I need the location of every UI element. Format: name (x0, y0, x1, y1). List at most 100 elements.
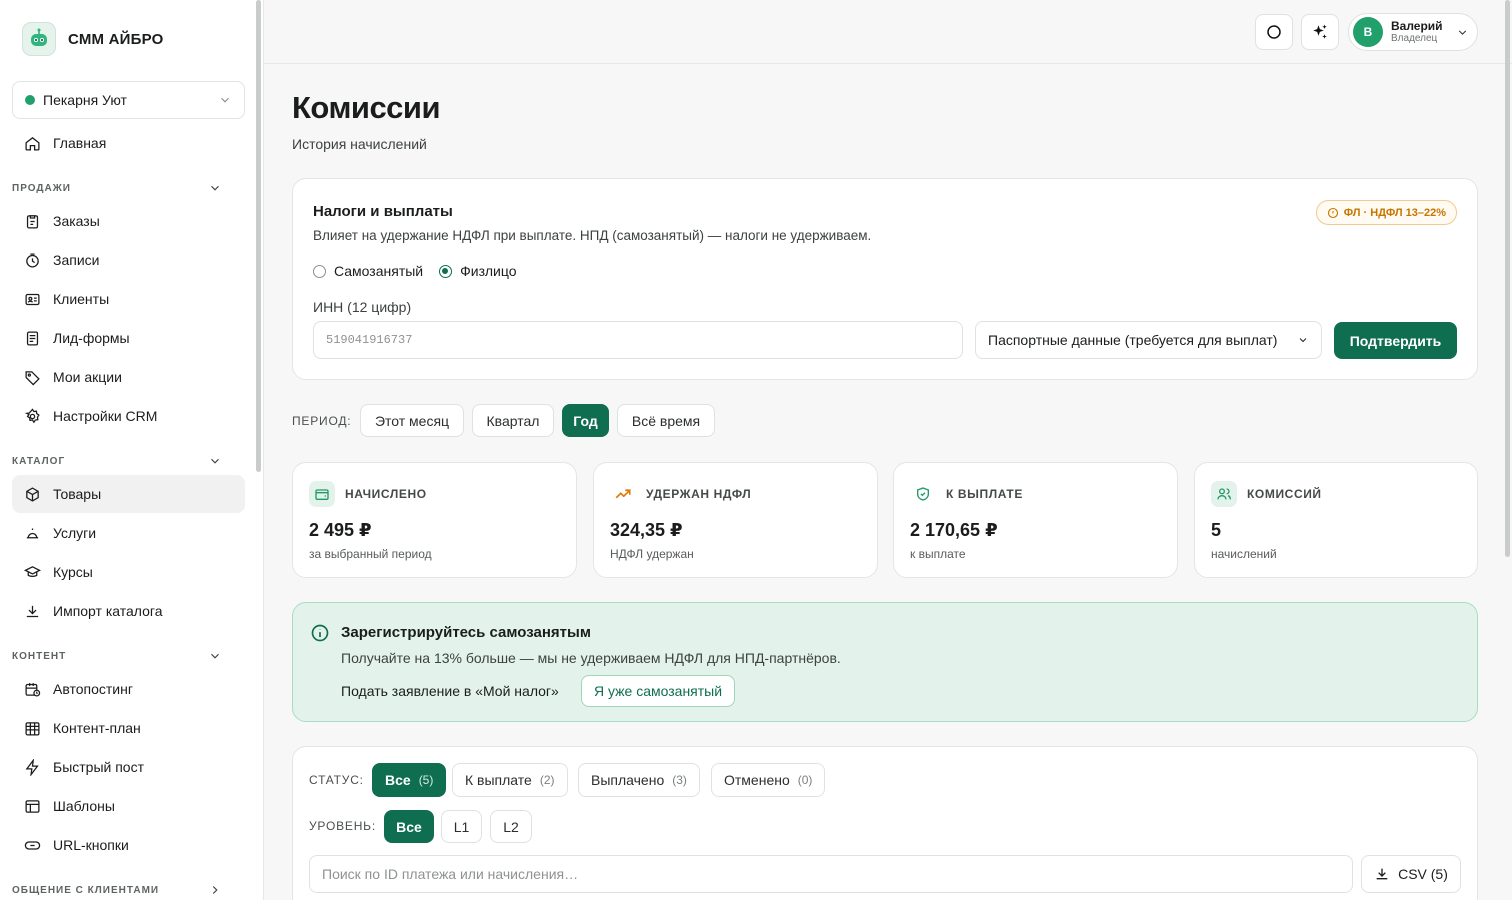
sidebar-item-label: URL-кнопки (53, 837, 129, 853)
section-title: КАТАЛОГ (12, 455, 66, 467)
section-title: ПРОДАЖИ (12, 182, 71, 194)
stat-value: 2 495 ₽ (309, 520, 372, 540)
user-name: Валерий (1391, 19, 1443, 33)
passport-data-dropdown[interactable]: Паспортные данные (требуется для выплат) (975, 321, 1322, 359)
period-all-time[interactable]: Всё время (617, 404, 715, 437)
level-filter-l2[interactable]: L2 (490, 810, 532, 843)
chevron-down-icon (211, 458, 219, 464)
section-content[interactable]: КОНТЕНТ (12, 649, 222, 663)
filter-label: Все (385, 772, 411, 788)
inn-label: ИНН (12 цифр) (313, 299, 412, 315)
sidebar-item-url-buttons[interactable]: URL-кнопки (12, 826, 245, 864)
sidebar-item-quick-post[interactable]: Быстрый пост (12, 748, 245, 786)
sidebar-item-label: Настройки CRM (53, 408, 158, 424)
download-icon (26, 605, 39, 617)
link-button-icon (24, 840, 41, 850)
sidebar-item-content-plan[interactable]: Контент-план (12, 709, 245, 747)
status-filter-all[interactable]: Все (5) (372, 763, 447, 797)
sidebar-item-crm-settings[interactable]: Настройки CRM (12, 397, 245, 435)
filter-count: (0) (797, 773, 813, 787)
sidebar-item-lead-forms[interactable]: Лид-формы (12, 319, 245, 357)
passport-label: Паспортные данные (требуется для выплат) (988, 332, 1278, 348)
radio-individual[interactable]: Физлицо (439, 263, 517, 279)
theme-toggle-button[interactable] (1255, 14, 1293, 50)
sidebar-item-products[interactable]: Товары (12, 475, 245, 513)
tax-title: Налоги и выплаты (313, 203, 453, 220)
chevron-down-icon (211, 185, 219, 191)
clipboard-icon (26, 214, 39, 229)
sidebar: СММ АЙБРО Пекарня Уют Главная ПРОДАЖИ За… (0, 0, 264, 900)
inn-input[interactable]: 519041916737 (313, 321, 963, 359)
sidebar-item-label: Записи (53, 252, 100, 268)
sidebar-item-catalog-import[interactable]: Импорт каталога (12, 592, 245, 630)
tax-status-badge: ФЛ · НДФЛ 13–22% (1315, 200, 1457, 225)
page-title: Комиссии (292, 90, 441, 125)
section-catalog[interactable]: КАТАЛОГ (12, 454, 222, 468)
workspace-selector[interactable]: Пекарня Уют (12, 81, 245, 119)
period-label: ПЕРИОД: (292, 414, 352, 428)
radio-self-employed[interactable]: Самозанятый (313, 263, 423, 279)
sidebar-item-courses[interactable]: Курсы (12, 553, 245, 591)
tax-description: Влияет на удержание НДФЛ при выплате. НП… (313, 228, 872, 243)
calendar-clock-icon (25, 682, 41, 697)
sidebar-item-label: Курсы (53, 564, 93, 580)
ai-assistant-button[interactable] (1301, 14, 1339, 50)
section-sales[interactable]: ПРОДАЖИ (12, 181, 222, 195)
workspace-name: Пекарня Уют (43, 92, 127, 108)
chevron-down-icon (1458, 29, 1467, 35)
level-filter-l1[interactable]: L1 (441, 810, 482, 843)
layout-icon (25, 799, 40, 813)
sidebar-item-autoposting[interactable]: Автопостинг (12, 670, 245, 708)
sidebar-item-templates[interactable]: Шаблоны (12, 787, 245, 825)
graduation-cap-icon (24, 565, 41, 577)
gear-icon (24, 407, 40, 423)
chevron-down-icon (211, 653, 219, 659)
sidebar-item-promotions[interactable]: Мои акции (12, 358, 245, 396)
box-icon (26, 486, 39, 502)
radio-button[interactable] (313, 264, 326, 278)
sidebar-item-label: Заказы (53, 213, 100, 229)
stat-title: КОМИССИЙ (1247, 487, 1322, 501)
commissions-list-card: СТАТУС: Все (5) К выплате (2) Выплачено (3)… (292, 746, 1478, 900)
period-this-month[interactable]: Этот месяц (360, 404, 464, 437)
sidebar-item-orders[interactable]: Заказы (12, 202, 245, 240)
brand[interactable]: СММ АЙБРО (22, 22, 163, 56)
moy-nalog-link[interactable]: Подать заявление в «Мой налог» (341, 683, 559, 699)
status-filter-payable[interactable]: К выплате (2) (452, 763, 568, 797)
sidebar-scrollbar[interactable] (256, 0, 261, 472)
csv-export-button[interactable]: CSV (5) (1361, 855, 1461, 893)
section-client-communication[interactable]: ОБЩЕНИЕ С КЛИЕНТАМИ (12, 883, 222, 897)
user-menu[interactable]: В Валерий Владелец (1348, 13, 1478, 51)
level-filter-all[interactable]: Все (384, 810, 434, 843)
filter-count: (3) (672, 773, 687, 787)
confirm-button[interactable]: Подтвердить (1334, 322, 1457, 359)
sidebar-item-label: Клиенты (53, 291, 110, 307)
search-input[interactable]: Поиск по ID платежа или начисления… (309, 855, 1353, 893)
filter-label: Отменено (724, 772, 790, 788)
period-quarter[interactable]: Квартал (472, 404, 554, 437)
tax-settings-card: Налоги и выплаты Влияет на удержание НДФ… (292, 178, 1478, 380)
stat-title: К ВЫПЛАТЕ (946, 487, 1023, 501)
sidebar-item-home[interactable]: Главная (12, 124, 245, 162)
shield-check-icon (910, 481, 936, 507)
trend-up-icon (610, 481, 636, 507)
sidebar-item-label: Главная (53, 135, 107, 151)
main-scrollbar[interactable] (1505, 0, 1510, 557)
status-dot (25, 95, 35, 105)
stat-card-ndfl-withheld: УДЕРЖАН НДФЛ 324,35 ₽ НДФЛ удержан (593, 462, 878, 578)
sidebar-item-appointments[interactable]: Записи (12, 241, 245, 279)
radio-button-selected[interactable] (439, 264, 453, 278)
topbar: В Валерий Владелец (264, 0, 1512, 557)
period-year[interactable]: Год (562, 404, 609, 437)
status-filter-cancelled[interactable]: Отменено (0) (711, 763, 826, 797)
info-icon (311, 624, 329, 642)
sidebar-item-services[interactable]: Услуги (12, 514, 245, 552)
stat-value: 2 170,65 ₽ (910, 520, 998, 540)
sparkles-icon (1313, 24, 1327, 39)
status-filter-paid[interactable]: Выплачено (3) (578, 763, 700, 797)
already-self-employed-button[interactable]: Я уже самозанятый (581, 675, 736, 707)
id-card-icon (25, 293, 40, 305)
sidebar-item-clients[interactable]: Клиенты (12, 280, 245, 318)
filter-count: (5) (418, 773, 434, 787)
clock-icon (26, 252, 39, 268)
